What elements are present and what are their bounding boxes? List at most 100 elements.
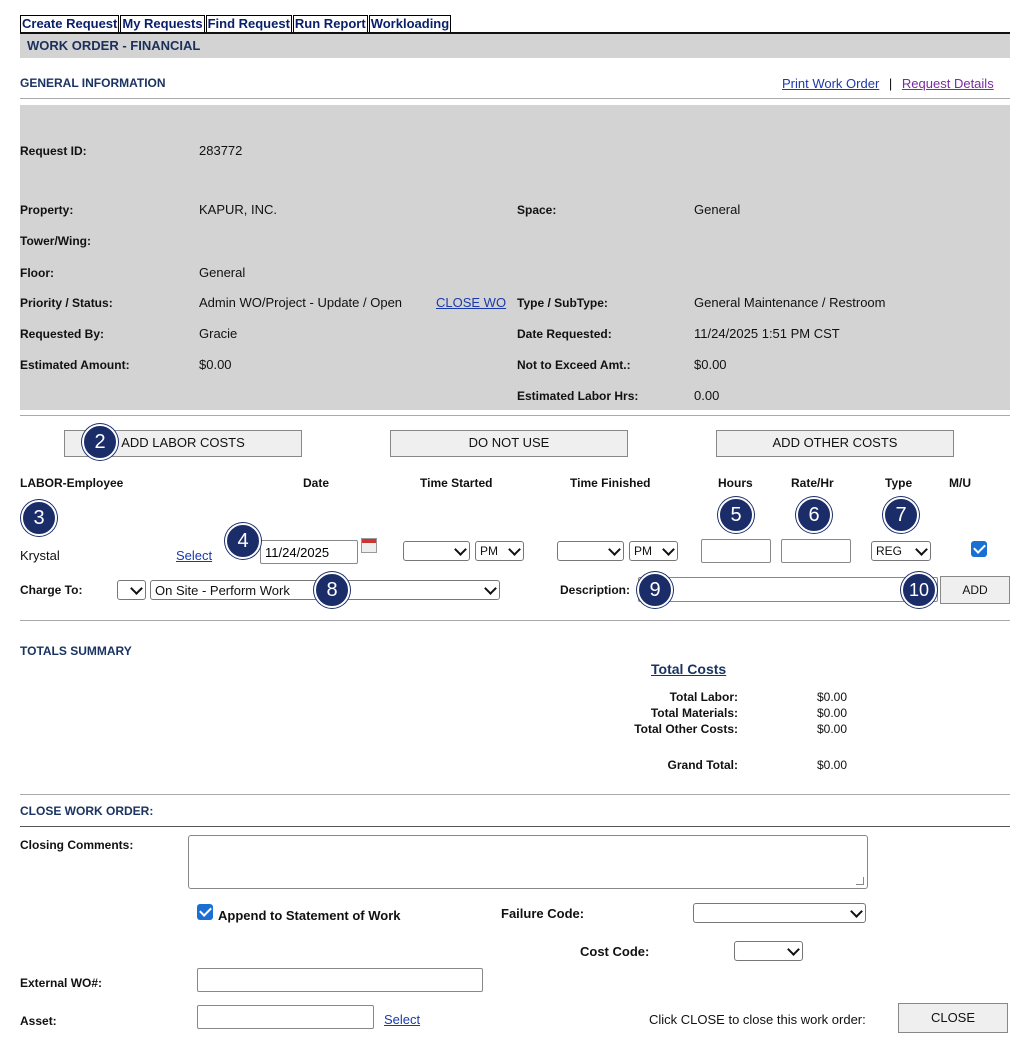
request-id-value: 283772 xyxy=(199,143,243,158)
cost-code-label: Cost Code: xyxy=(580,944,650,959)
col-type: Type xyxy=(885,476,913,490)
total-materials-label: Total Materials: xyxy=(650,706,738,720)
total-other-costs-label: Total Other Costs: xyxy=(634,722,738,736)
not-to-exceed-label: Not to Exceed Amt.: xyxy=(517,358,631,372)
space-value: General xyxy=(694,202,741,217)
finish-time-select[interactable] xyxy=(557,541,624,561)
charge-to-prefix-select[interactable] xyxy=(117,580,146,600)
finish-ampm-select[interactable]: PM xyxy=(629,541,678,561)
failure-code-label: Failure Code: xyxy=(501,906,585,921)
finish-ampm-value: PM xyxy=(634,544,652,558)
asset-input[interactable] xyxy=(197,1005,374,1029)
estimated-amount-value: $0.00 xyxy=(199,357,232,372)
select-asset-link[interactable]: Select xyxy=(384,1012,420,1027)
chevron-down-icon xyxy=(608,542,621,556)
col-labor-employee: LABOR-Employee xyxy=(20,476,124,490)
labor-date-input[interactable] xyxy=(260,540,358,564)
property-label: Property: xyxy=(20,203,74,217)
close-work-order-heading: CLOSE WORK ORDER: xyxy=(20,804,154,818)
col-time-started: Time Started xyxy=(420,476,493,490)
col-time-finished: Time Finished xyxy=(570,476,651,490)
add-labor-button[interactable]: ADD xyxy=(940,576,1010,604)
hours-input[interactable] xyxy=(701,539,771,563)
asset-label: Asset: xyxy=(20,1014,57,1028)
start-time-select[interactable] xyxy=(403,541,470,561)
close-wo-link[interactable]: CLOSE WO xyxy=(436,295,506,310)
priority-status-value: Admin WO/Project - Update / Open xyxy=(199,295,403,310)
markup-checkbox[interactable] xyxy=(971,541,987,557)
total-materials-value: $0.00 xyxy=(817,706,848,720)
floor-value: General xyxy=(199,265,246,280)
divider xyxy=(20,620,1010,621)
chevron-down-icon xyxy=(915,542,928,556)
type-subtype-label: Type / SubType: xyxy=(517,296,608,310)
failure-code-select[interactable] xyxy=(693,903,866,923)
external-wo-input[interactable] xyxy=(197,968,483,992)
chevron-down-icon xyxy=(454,542,467,556)
chevron-down-icon xyxy=(850,904,863,918)
add-other-costs-button[interactable]: ADD OTHER COSTS xyxy=(716,430,954,457)
info-panel xyxy=(20,105,1010,410)
requested-by-value: Gracie xyxy=(199,326,238,341)
resize-handle-icon[interactable] xyxy=(856,877,864,885)
close-button[interactable]: CLOSE xyxy=(898,1003,1008,1033)
nav-create-request[interactable]: Create Request xyxy=(20,15,120,33)
estimated-labor-hrs-label: Estimated Labor Hrs: xyxy=(517,389,639,403)
chevron-down-icon xyxy=(662,542,675,556)
nav-my-requests[interactable]: My Requests xyxy=(120,15,205,33)
estimated-amount-label: Estimated Amount: xyxy=(20,358,130,372)
totals-summary-heading: TOTALS SUMMARY xyxy=(20,644,132,658)
start-ampm-value: PM xyxy=(480,544,498,558)
nav-find-request[interactable]: Find Request xyxy=(205,15,292,33)
labor-type-select[interactable]: REG xyxy=(871,541,931,561)
chevron-down-icon xyxy=(508,542,521,556)
rate-per-hour-input[interactable] xyxy=(781,539,851,563)
chevron-down-icon xyxy=(130,581,143,595)
calendar-icon[interactable] xyxy=(361,538,377,553)
select-employee-link[interactable]: Select xyxy=(176,548,212,563)
step-badge-7: 7 xyxy=(883,497,919,533)
print-work-order-link[interactable]: Print Work Order xyxy=(782,76,879,91)
closing-comments-textarea[interactable] xyxy=(188,835,868,889)
divider xyxy=(20,826,1010,827)
date-requested-value: 11/24/2025 1:51 PM CST xyxy=(694,326,840,341)
step-badge-4: 4 xyxy=(225,523,261,559)
step-badge-6: 6 xyxy=(796,497,832,533)
charge-to-value: On Site - Perform Work xyxy=(155,582,290,598)
nav-workloading[interactable]: Workloading xyxy=(368,15,452,33)
floor-label: Floor: xyxy=(20,266,54,280)
type-subtype-value: General Maintenance / Restroom xyxy=(694,295,886,310)
total-costs-link[interactable]: Total Costs xyxy=(651,661,726,677)
step-badge-9: 9 xyxy=(637,572,673,608)
space-label: Space: xyxy=(517,203,557,217)
page-title: WORK ORDER - FINANCIAL xyxy=(27,38,201,53)
total-labor-label: Total Labor: xyxy=(669,690,738,704)
date-requested-label: Date Requested: xyxy=(517,327,612,341)
do-not-use-button[interactable]: DO NOT USE xyxy=(390,430,628,457)
not-to-exceed-value: $0.00 xyxy=(694,357,727,372)
nav-run-report[interactable]: Run Report xyxy=(292,15,368,33)
top-nav: Create Request My Requests Find Request … xyxy=(20,15,452,33)
step-badge-5: 5 xyxy=(718,497,754,533)
tower-wing-label: Tower/Wing: xyxy=(20,234,91,248)
chevron-down-icon xyxy=(484,581,497,595)
start-ampm-select[interactable]: PM xyxy=(475,541,524,561)
step-badge-3: 3 xyxy=(21,500,57,536)
col-mu: M/U xyxy=(949,476,971,490)
requested-by-label: Requested By: xyxy=(20,327,105,341)
col-rate-hr: Rate/Hr xyxy=(791,476,834,490)
divider xyxy=(20,794,1010,795)
grand-total-value: $0.00 xyxy=(817,758,848,772)
cost-code-select[interactable] xyxy=(734,941,803,961)
total-other-costs-value: $0.00 xyxy=(817,722,848,736)
estimated-labor-hrs-value: 0.00 xyxy=(694,388,720,403)
charge-to-label: Charge To: xyxy=(20,583,83,597)
description-input[interactable] xyxy=(638,577,938,602)
header-links: Print Work Order | Request Details xyxy=(782,76,994,91)
append-statement-checkbox[interactable] xyxy=(197,904,213,920)
request-details-link[interactable]: Request Details xyxy=(902,76,994,91)
chevron-down-icon xyxy=(787,942,800,956)
closing-comments-label: Closing Comments: xyxy=(20,838,134,852)
divider xyxy=(20,98,1010,99)
append-statement-label: Append to Statement of Work xyxy=(218,908,401,923)
